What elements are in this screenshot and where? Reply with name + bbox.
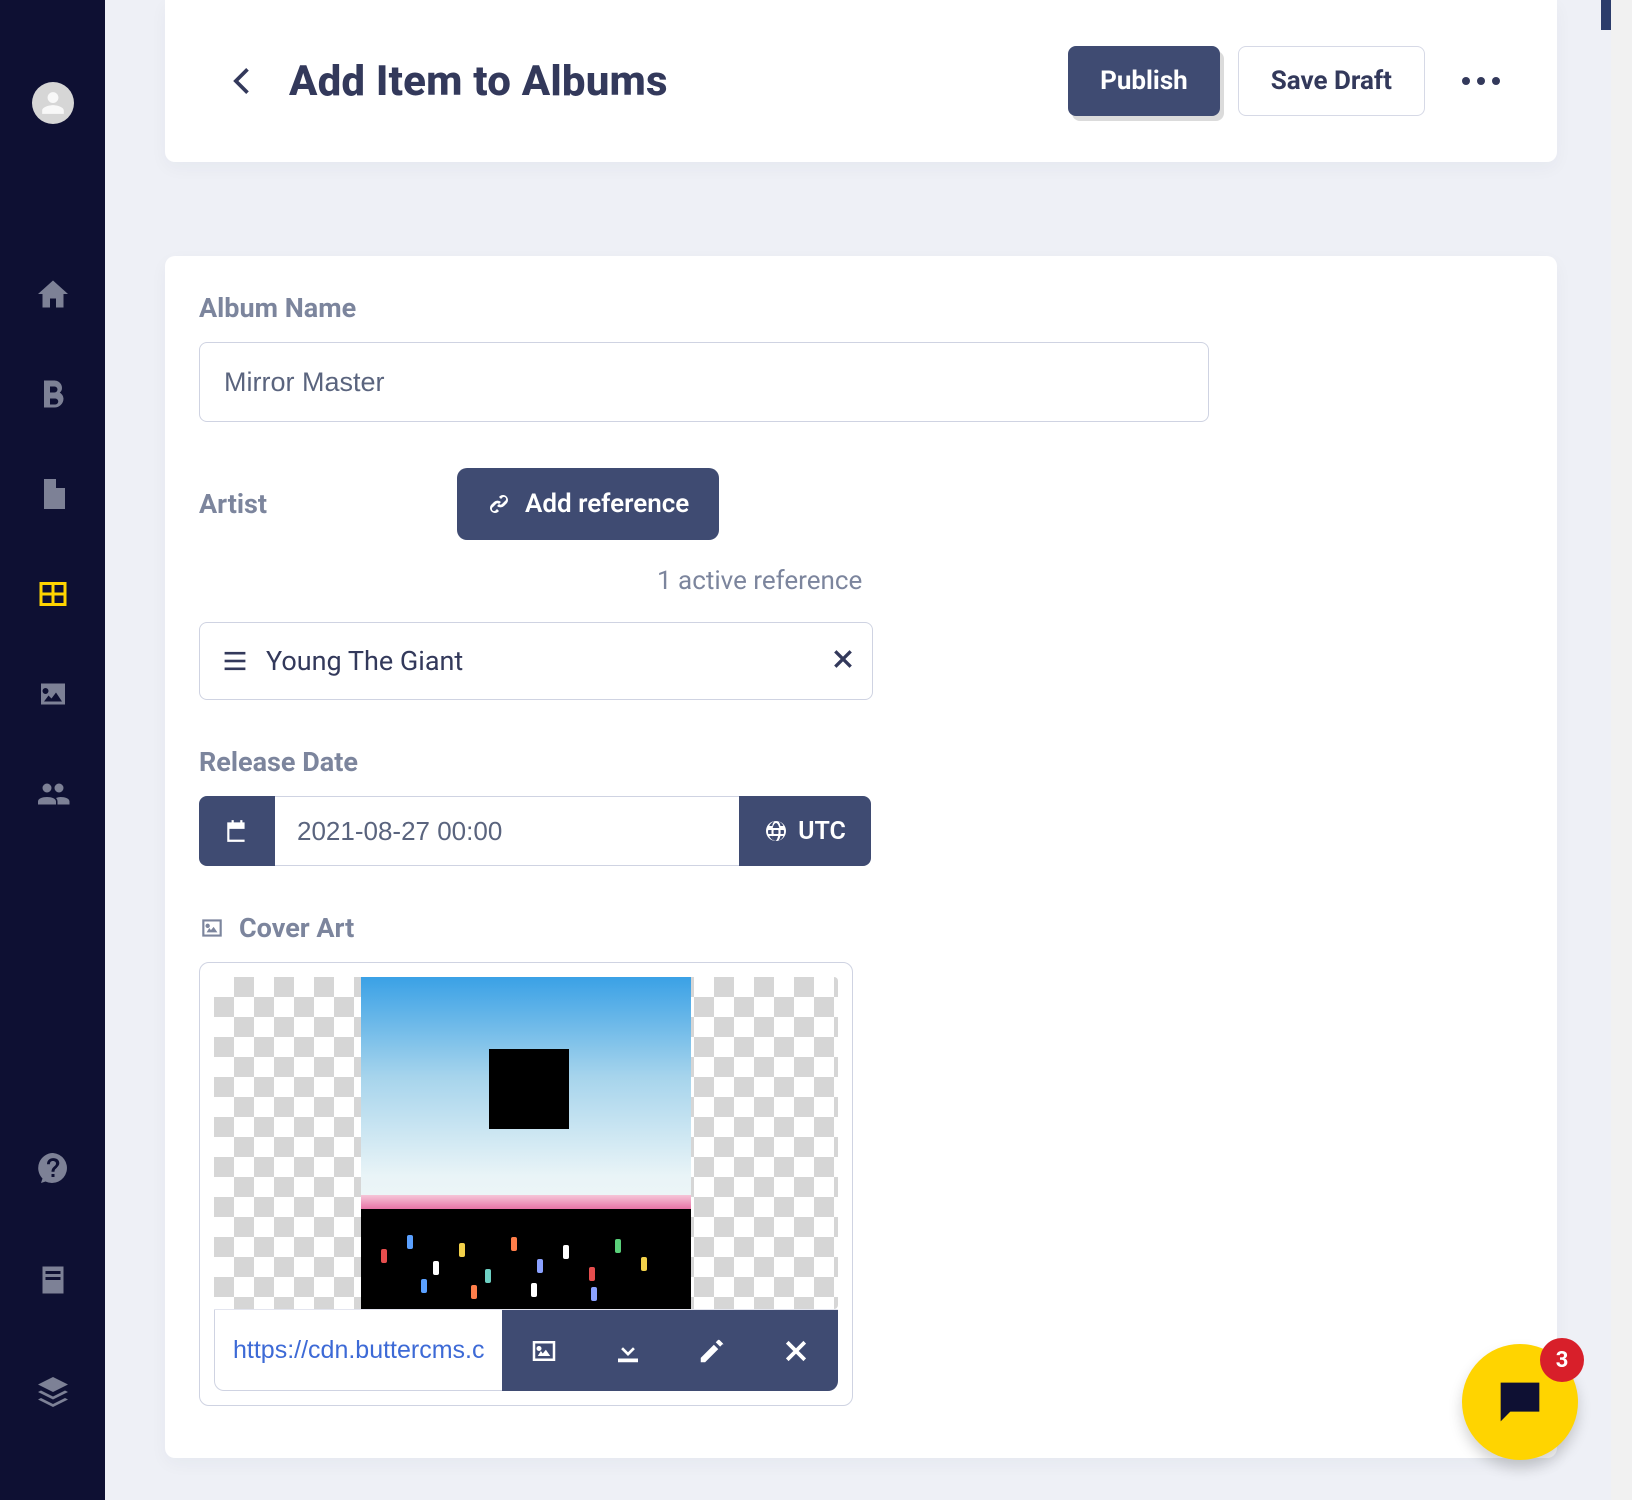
timezone-button[interactable]: UTC: [739, 796, 871, 866]
form-card: Album Name Artist Add reference 1 active…: [165, 256, 1557, 1458]
artist-label: Artist: [199, 488, 267, 520]
nav-stack-icon[interactable]: [33, 1372, 73, 1412]
cover-art-field: Cover Art: [199, 912, 1523, 1406]
cover-art-image: [361, 977, 691, 1309]
image-icon: [199, 915, 225, 941]
remove-image-button[interactable]: [754, 1310, 838, 1391]
add-reference-button[interactable]: Add reference: [457, 468, 719, 540]
nav-docs-icon[interactable]: [33, 1260, 73, 1300]
main-column: Add Item to Albums Publish Save Draft Al…: [105, 0, 1611, 1500]
more-actions-button[interactable]: [1451, 51, 1511, 111]
release-date-input[interactable]: [275, 796, 739, 866]
chat-icon: [1491, 1373, 1549, 1431]
add-reference-label: Add reference: [525, 489, 689, 519]
nav-help-icon[interactable]: [33, 1148, 73, 1188]
release-date-label: Release Date: [199, 746, 1523, 778]
save-draft-button-label: Save Draft: [1271, 66, 1392, 96]
reference-chip[interactable]: Young The Giant: [199, 622, 873, 700]
cover-art-label: Cover Art: [199, 912, 1523, 944]
artist-field: Artist Add reference 1 active reference …: [199, 468, 1523, 700]
reference-chip-label: Young The Giant: [266, 645, 832, 677]
drag-handle-icon[interactable]: [222, 648, 248, 674]
nav-blog-icon[interactable]: [33, 374, 73, 414]
save-draft-button[interactable]: Save Draft: [1238, 46, 1425, 116]
download-icon: [613, 1336, 643, 1366]
edit-button[interactable]: [670, 1310, 754, 1391]
cover-art-box: [199, 962, 853, 1406]
cover-art-url-input[interactable]: [214, 1310, 502, 1391]
nav-users-icon[interactable]: [33, 774, 73, 814]
remove-reference-button[interactable]: [832, 648, 854, 674]
chat-launcher[interactable]: 3: [1462, 1344, 1578, 1460]
close-icon: [781, 1336, 811, 1366]
cover-art-preview[interactable]: [214, 977, 838, 1309]
nav-pages-icon[interactable]: [33, 474, 73, 514]
active-reference-count: 1 active reference: [657, 566, 1523, 596]
edit-icon: [697, 1336, 727, 1366]
publish-button-label: Publish: [1100, 66, 1188, 96]
nav-home-icon[interactable]: [33, 274, 73, 314]
image-icon: [529, 1336, 559, 1366]
sidebar: [0, 0, 105, 1500]
cover-art-tools: [214, 1309, 838, 1391]
album-name-input[interactable]: [199, 342, 1209, 422]
replace-image-button[interactable]: [502, 1310, 586, 1391]
nav-media-icon[interactable]: [33, 674, 73, 714]
link-icon: [487, 492, 511, 516]
download-button[interactable]: [586, 1310, 670, 1391]
globe-icon: [764, 819, 788, 843]
release-date-field: Release Date UTC: [199, 746, 1523, 866]
page-header: Add Item to Albums Publish Save Draft: [165, 0, 1557, 162]
timezone-label: UTC: [798, 817, 846, 846]
avatar[interactable]: [32, 82, 74, 124]
album-name-field: Album Name: [199, 292, 1523, 422]
publish-button[interactable]: Publish: [1068, 46, 1220, 116]
page-title: Add Item to Albums: [289, 57, 668, 106]
nav-collections-icon[interactable]: [33, 574, 73, 614]
album-name-label: Album Name: [199, 292, 1523, 324]
chat-badge: 3: [1540, 1338, 1584, 1382]
calendar-icon-button[interactable]: [199, 796, 275, 866]
scrollbar-track[interactable]: [1611, 0, 1632, 1500]
calendar-icon: [224, 818, 250, 844]
back-button[interactable]: [221, 61, 261, 101]
